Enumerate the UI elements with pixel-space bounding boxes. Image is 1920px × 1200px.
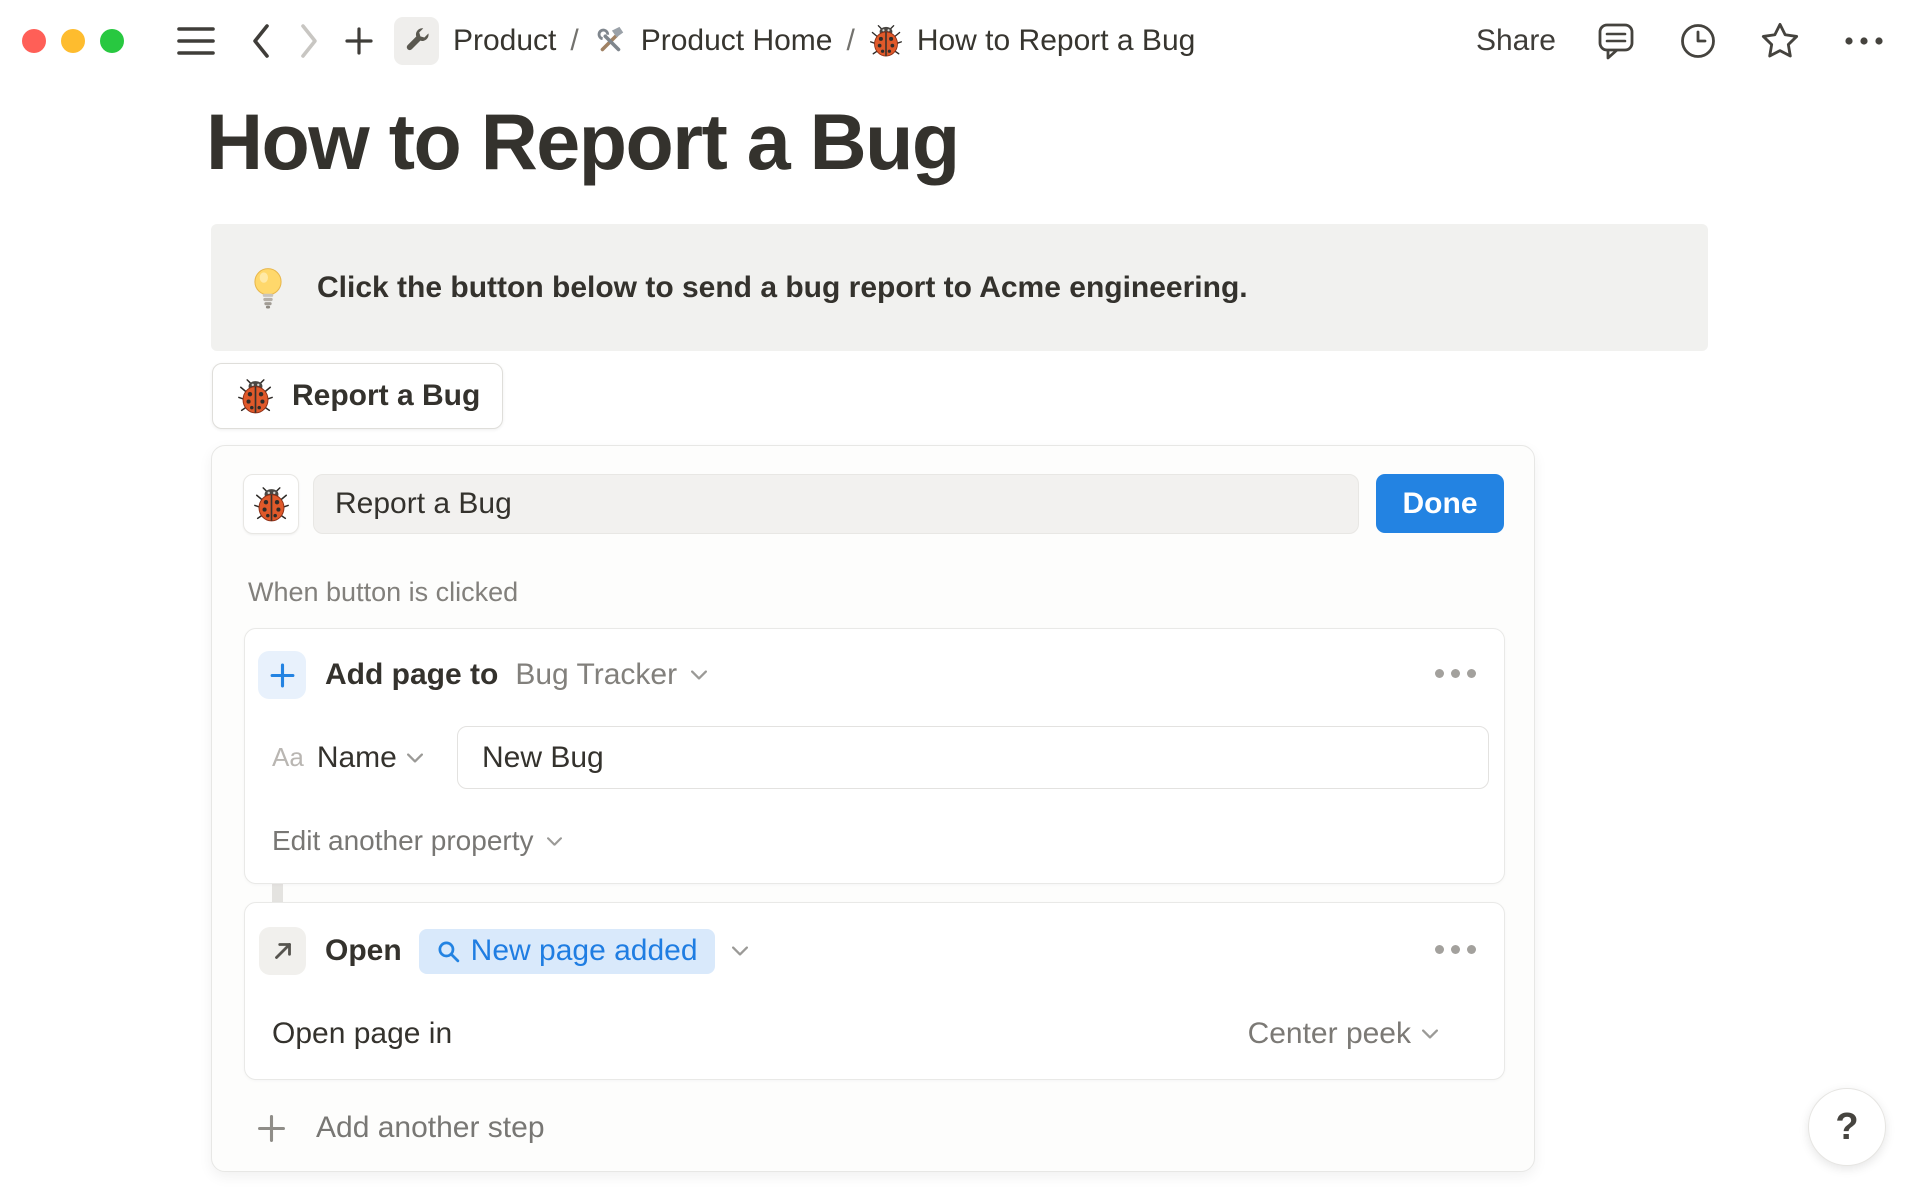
trigger-label: When button is clicked — [248, 577, 519, 607]
step-action-label: Add page to — [325, 658, 499, 691]
step-card-add-page: Add page to Bug Tracker Aa Name Edit ano… — [244, 628, 1505, 884]
clock-icon[interactable] — [1678, 21, 1718, 61]
breadcrumb-root-tile[interactable] — [394, 16, 439, 65]
chevron-down-icon[interactable] — [691, 670, 707, 680]
forward-icon[interactable] — [296, 21, 322, 61]
step-card-open-page: Open New page added Open page in Center … — [244, 902, 1505, 1080]
breadcrumb: Product / Product Home / How to Report a… — [439, 24, 1195, 58]
chevron-down-icon — [547, 837, 562, 846]
favorite-star-icon[interactable] — [1760, 21, 1800, 61]
property-value-input[interactable] — [457, 726, 1489, 789]
open-target-label: New page added — [470, 934, 698, 967]
callout-block: Click the button below to send a bug rep… — [211, 224, 1708, 351]
edit-another-property-button[interactable]: Edit another property — [272, 825, 562, 857]
breadcrumb-separator: / — [570, 23, 579, 57]
window-titlebar: Product / Product Home / How to Report a… — [0, 0, 1920, 81]
comments-icon[interactable] — [1596, 20, 1636, 62]
minimize-window-button[interactable] — [61, 28, 85, 53]
add-another-step-label: Add another step — [316, 1111, 545, 1144]
sidebar-menu-icon[interactable] — [176, 23, 216, 59]
page-title: How to Report a Bug — [206, 97, 960, 186]
lightbulb-icon — [249, 265, 287, 311]
database-select[interactable]: Bug Tracker — [515, 658, 677, 692]
add-page-step-icon-box — [258, 651, 306, 699]
add-another-step-button[interactable]: Add another step — [256, 1106, 545, 1150]
wrench-icon — [402, 26, 432, 56]
button-config-panel: Done When button is clicked Add page to … — [211, 445, 1535, 1172]
chevron-down-icon[interactable] — [407, 753, 423, 763]
ladybug-icon — [869, 24, 903, 58]
ladybug-icon — [237, 378, 274, 415]
report-a-bug-button[interactable]: Report a Bug — [212, 363, 503, 429]
open-page-in-value: Center peek — [1247, 1017, 1411, 1050]
property-type-abbrev: Aa — [272, 742, 304, 772]
hammer-and-wrench-icon — [593, 24, 627, 58]
button-name-input[interactable] — [313, 474, 1359, 534]
property-name-select[interactable]: Name — [317, 741, 397, 775]
step-options-button[interactable] — [1435, 945, 1476, 954]
breadcrumb-item-product-home[interactable]: Product Home — [641, 24, 833, 58]
report-a-bug-button-label: Report a Bug — [292, 379, 481, 412]
traffic-lights — [22, 28, 124, 53]
help-button[interactable]: ? — [1808, 1088, 1886, 1166]
step-action-label: Open — [325, 934, 402, 967]
edit-another-property-label: Edit another property — [272, 825, 534, 856]
zoom-window-button[interactable] — [100, 28, 124, 53]
chevron-down-icon — [1422, 1029, 1438, 1039]
open-page-in-label: Open page in — [272, 1017, 453, 1050]
open-target-chip[interactable]: New page added — [418, 928, 715, 974]
back-icon[interactable] — [248, 21, 274, 61]
new-tab-icon[interactable] — [342, 24, 376, 58]
more-options-icon[interactable] — [1842, 35, 1886, 47]
plus-icon — [270, 663, 294, 687]
search-icon — [436, 939, 461, 964]
open-page-in-select[interactable]: Center peek — [1248, 1017, 1438, 1051]
breadcrumb-item-product[interactable]: Product — [453, 24, 556, 58]
button-icon-picker[interactable] — [243, 474, 299, 534]
share-button[interactable]: Share — [1476, 24, 1556, 58]
step-options-button[interactable] — [1435, 669, 1476, 678]
done-button[interactable]: Done — [1376, 474, 1504, 533]
arrow-up-right-icon — [274, 943, 291, 959]
close-window-button[interactable] — [22, 28, 46, 53]
chevron-down-icon[interactable] — [732, 946, 748, 956]
breadcrumb-separator: / — [846, 23, 855, 57]
plus-icon — [258, 1114, 285, 1142]
breadcrumb-item-current-page[interactable]: How to Report a Bug — [917, 24, 1195, 58]
callout-text: Click the button below to send a bug rep… — [317, 270, 1248, 304]
open-step-icon-box — [259, 927, 306, 975]
ladybug-icon — [253, 486, 290, 523]
